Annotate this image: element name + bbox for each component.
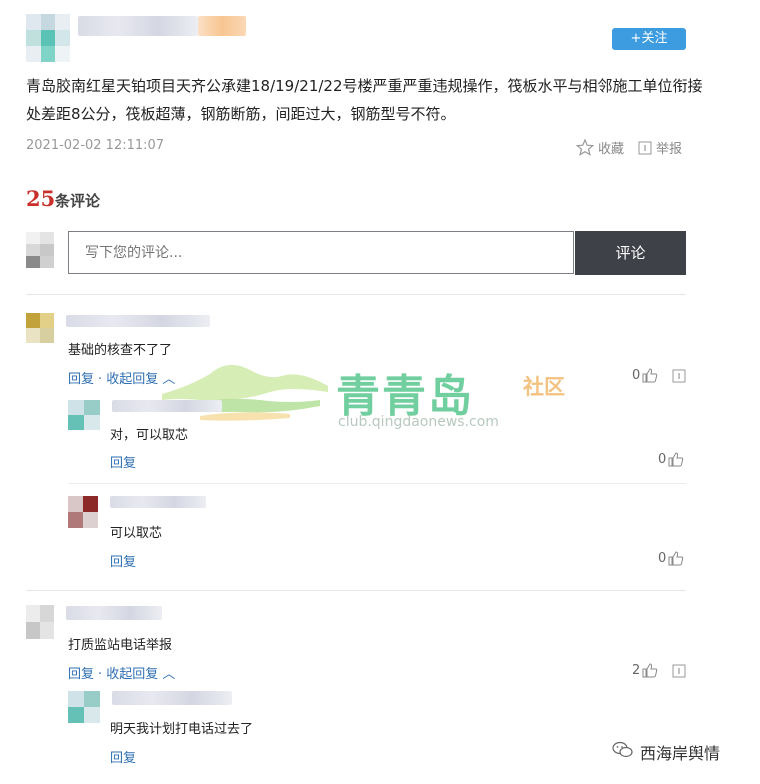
reply-text: 对，可以取芯 xyxy=(110,428,189,443)
submit-comment-button[interactable]: 评论 xyxy=(575,231,686,275)
like-count: 0 xyxy=(632,368,641,383)
like-button[interactable]: 0 xyxy=(658,452,684,467)
star-icon xyxy=(576,139,594,156)
replier-avatar[interactable] xyxy=(68,496,98,528)
reply-link[interactable]: 回复 xyxy=(68,663,94,682)
reply-link[interactable]: 回复 xyxy=(110,747,136,766)
like-button[interactable]: 0 xyxy=(632,368,658,383)
comment-text: 打质监站电话举报 xyxy=(68,638,173,653)
follow-button[interactable]: +关注 xyxy=(612,28,686,50)
comment-count-label: 条评论 xyxy=(55,192,101,210)
report-comment-icon[interactable] xyxy=(672,369,686,383)
comment-input[interactable] xyxy=(68,231,574,274)
comment-text: 基础的核查不了了 xyxy=(68,343,173,358)
thumbs-up-icon xyxy=(642,663,658,678)
comment-count: 25 xyxy=(26,186,56,211)
collect-label: 收藏 xyxy=(598,142,625,157)
divider xyxy=(26,294,686,295)
collapse-replies-link[interactable]: · 收起回复 ︿ xyxy=(98,663,175,682)
reply-link[interactable]: 回复 xyxy=(110,551,136,570)
commenter-name[interactable] xyxy=(66,315,210,327)
chevron-up-icon: ︿ xyxy=(158,372,176,387)
comment-actions: 回复 · 收起回复 ︿ xyxy=(68,368,175,387)
report-icon xyxy=(638,141,652,155)
commenter-name[interactable] xyxy=(66,606,162,620)
thumbs-up-icon xyxy=(668,452,684,467)
divider xyxy=(68,483,686,484)
replier-name[interactable] xyxy=(112,400,222,412)
like-count: 0 xyxy=(658,551,667,566)
replier-name[interactable] xyxy=(110,496,206,508)
watermark-url: club.qingdaonews.com xyxy=(338,414,499,430)
username[interactable] xyxy=(78,16,198,36)
reply-text: 可以取芯 xyxy=(110,526,163,541)
like-button[interactable]: 0 xyxy=(658,551,684,566)
divider xyxy=(26,590,686,591)
reply-text: 明天我计划打电话过去了 xyxy=(110,722,254,737)
wechat-icon xyxy=(612,741,634,763)
comment-actions: 回复 · 收起回复 ︿ xyxy=(68,663,175,682)
commenter-avatar[interactable] xyxy=(26,605,54,639)
post-text: 青岛胶南红星天铂项目天齐公承建18/19/21/22号楼严重严重违规操作，筏板水… xyxy=(26,77,703,123)
chevron-up-icon: ︿ xyxy=(158,667,176,682)
report-button[interactable]: 举报 xyxy=(638,138,682,157)
commenter-avatar[interactable] xyxy=(26,313,54,343)
collapse-replies-label: · 收起回复 xyxy=(98,372,159,387)
replier-name[interactable] xyxy=(112,691,232,705)
replier-avatar[interactable] xyxy=(68,400,100,430)
reply-link[interactable]: 回复 xyxy=(110,452,136,471)
like-count: 2 xyxy=(632,663,641,678)
report-comment-icon[interactable] xyxy=(672,664,686,678)
post-timestamp: 2021-02-02 12:11:07 xyxy=(26,138,165,153)
collect-button[interactable]: 收藏 xyxy=(576,138,624,157)
user-badge xyxy=(198,16,246,36)
watermark-logo-icon xyxy=(160,356,330,430)
current-user-avatar xyxy=(26,232,54,268)
collapse-replies-link[interactable]: · 收起回复 ︿ xyxy=(98,368,175,387)
collapse-replies-label: · 收起回复 xyxy=(98,667,159,682)
avatar[interactable] xyxy=(26,14,70,62)
watermark-subtitle: 社区 xyxy=(523,375,565,399)
replier-avatar[interactable] xyxy=(68,691,100,723)
reply-link[interactable]: 回复 xyxy=(68,368,94,387)
brand-label: 西海岸舆情 xyxy=(640,744,721,763)
brand-watermark: 西海岸舆情 xyxy=(612,740,720,764)
thumbs-up-icon xyxy=(668,551,684,566)
thumbs-up-icon xyxy=(642,368,658,383)
like-button[interactable]: 2 xyxy=(632,663,658,678)
like-count: 0 xyxy=(658,452,667,467)
report-label: 举报 xyxy=(656,142,683,157)
